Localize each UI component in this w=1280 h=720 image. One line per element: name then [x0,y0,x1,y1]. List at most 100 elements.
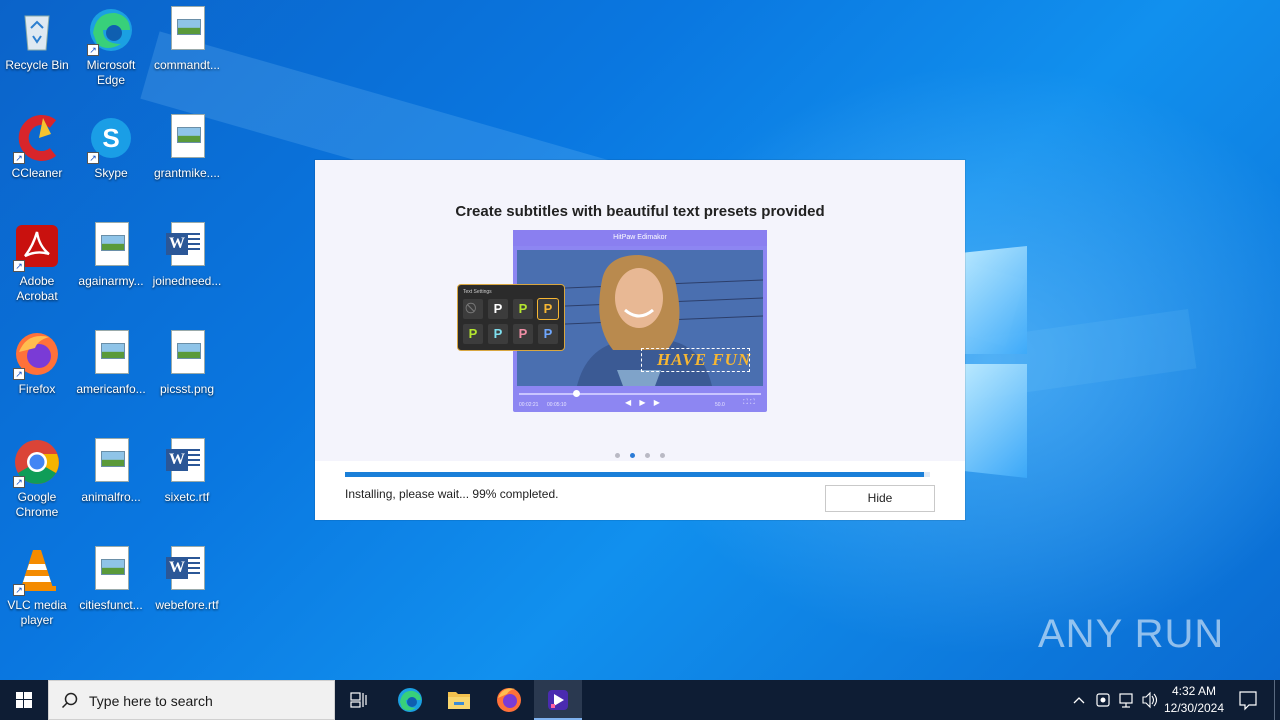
task-view-icon [350,692,367,708]
show-hidden-icons-button[interactable] [1070,680,1088,720]
preview-app-title: HitPaw Edimakor [513,230,767,246]
desktop-icon[interactable]: ↗ Adobe Acrobat [0,222,74,304]
network-button[interactable] [1117,680,1137,720]
desktop-icon[interactable]: citiesfunct... [74,546,148,613]
shortcut-arrow-icon: ↗ [87,44,99,56]
slide-headline: Create subtitles with beautiful text pre… [455,203,825,220]
image-file-icon [87,222,135,270]
desktop-icon[interactable]: Wwebefore.rtf [150,546,224,613]
desktop-icon-label: grantmike.... [153,166,221,180]
desktop-icon-label: Firefox [18,382,56,396]
acrobat-icon: ↗ [13,222,61,272]
tray-app-icon [1096,693,1110,707]
clock-date: 12/30/2024 [1163,701,1225,715]
slide-dot[interactable] [660,453,665,458]
edge-icon: ↗ [87,6,135,56]
preview-play-controls-icon: ◀ ▶ ▶ [625,398,663,407]
volume-button[interactable] [1140,680,1160,720]
text-settings-title: Text Settings [463,289,492,295]
taskbar-clock[interactable]: 4:32 AM 12/30/2024 [1158,683,1230,717]
text-settings-panel: Text Settings ⃠PPPPPPP [457,284,565,351]
taskbar-file-explorer[interactable] [435,680,483,720]
desktop-icon[interactable]: ↗ CCleaner [0,114,74,181]
clock-time: 4:32 AM [1171,684,1217,698]
speaker-icon [1142,691,1158,709]
desktop-icon-label: webefore.rtf [155,598,219,612]
wallpaper-logo-pane [965,246,1027,354]
file-explorer-icon [448,692,470,709]
desktop-icon-label: sixetc.rtf [164,490,210,504]
desktop-icon-label: Microsoft Edge [86,58,136,87]
installer-window: Create subtitles with beautiful text pre… [315,160,965,520]
text-preset-tile: P [513,324,533,344]
taskbar-firefox[interactable] [485,680,533,720]
hide-button[interactable]: Hide [825,485,935,512]
desktop-icon[interactable]: commandt... [150,6,224,73]
task-view-button[interactable] [336,680,384,720]
desktop-icon[interactable]: againarmy... [74,222,148,289]
image-file-icon [87,330,135,378]
desktop-icon-label: commandt... [153,58,221,72]
vlc-icon: ↗ [13,546,61,596]
slide-dot[interactable] [630,453,635,458]
firefox-icon: ↗ [13,330,61,380]
taskbar-edge[interactable] [386,680,434,720]
taskbar-hitpaw-installer[interactable] [534,680,582,720]
desktop-icon[interactable]: picsst.png [150,330,224,397]
ccleaner-icon: ↗ [13,114,61,164]
text-preset-tile: P [513,299,533,319]
desktop-icon[interactable]: grantmike.... [150,114,224,181]
shortcut-arrow-icon: ↗ [13,368,25,380]
shortcut-arrow-icon: ↗ [13,152,25,164]
anyrun-watermark: ANY RUN [1038,612,1225,656]
desktop-icon[interactable]: Wsixetc.rtf [150,438,224,505]
wallpaper-logo-pane [965,364,1027,478]
notification-icon [1239,691,1257,711]
image-file-icon [163,330,211,378]
windows-logo-icon [16,692,32,708]
desktop-icon[interactable]: animalfro... [74,438,148,505]
start-button[interactable] [0,680,48,720]
taskbar-search-box[interactable]: Type here to search [48,680,335,720]
slide-dot[interactable] [645,453,650,458]
image-file-icon [163,114,211,162]
text-preset-tile: P [488,299,508,319]
slide-dot[interactable] [615,453,620,458]
text-preset-tile: P [538,324,558,344]
desktop-icon-label: citiesfunct... [79,598,143,612]
desktop-icon-label: americanfo... [76,382,146,396]
desktop-icon[interactable]: ↗ Google Chrome [0,438,74,520]
chevron-up-icon [1073,697,1085,704]
action-center-button[interactable] [1236,680,1260,720]
desktop-icon[interactable]: S ↗ Skype [74,114,148,181]
recycle-bin-icon [13,6,61,54]
desktop-icon[interactable]: americanfo... [74,330,148,397]
skype-icon: S ↗ [87,114,135,164]
preview-time-total: 00:05:10 [547,402,567,408]
shortcut-arrow-icon: ↗ [13,584,25,596]
text-preset-tile: P [463,324,483,344]
tray-app-button[interactable] [1094,680,1112,720]
preview-time-current: 00:02:21 [519,402,539,408]
install-progress-bar [345,472,930,477]
hitpaw-installer-icon [548,690,568,710]
firefox-icon [497,688,521,712]
desktop-icon-label: Google Chrome [15,490,59,519]
desktop-icon[interactable]: ↗ Firefox [0,330,74,397]
desktop-icon[interactable]: Wjoinedneed... [150,222,224,289]
desktop-icon-label: picsst.png [159,382,215,396]
desktop-icon-label: joinedneed... [152,274,222,288]
desktop-icon[interactable]: Recycle Bin [0,6,74,73]
desktop-icon[interactable]: ↗ Microsoft Edge [74,6,148,88]
preview-fullscreen-icon: ⛶ ⛶ [743,399,755,406]
desktop-icon-label: Recycle Bin [5,58,69,72]
preset-none-icon: ⃠ [463,299,483,319]
desktop-icon-label: VLC media player [7,598,67,627]
show-desktop-button[interactable] [1274,680,1280,720]
desktop-icon-label: Adobe Acrobat [16,274,58,303]
svg-text:S: S [102,123,119,153]
desktop-icon[interactable]: ↗ VLC media player [0,546,74,628]
word-file-icon: W [163,546,211,594]
installer-slide-area: Create subtitles with beautiful text pre… [315,160,965,461]
shortcut-arrow-icon: ↗ [13,260,25,272]
